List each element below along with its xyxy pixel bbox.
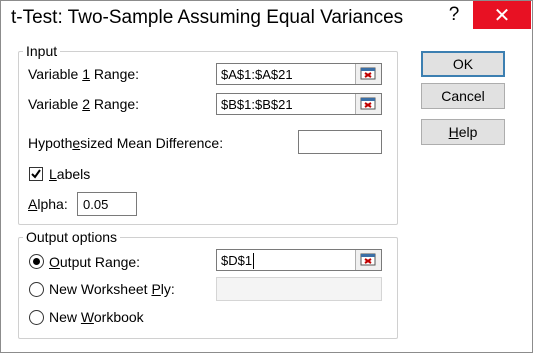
labels-checkbox-label[interactable]: Labels <box>49 166 90 182</box>
alpha-label: Alpha: <box>28 196 68 212</box>
output-range-input[interactable]: $D$1 <box>216 249 382 271</box>
output-range-label[interactable]: Output Range: <box>49 254 140 270</box>
title-help-button[interactable]: ? <box>437 1 471 29</box>
new-worksheet-ply-label[interactable]: New Worksheet Ply: <box>49 281 175 297</box>
range-select-icon <box>360 67 376 80</box>
cancel-button[interactable]: Cancel <box>421 83 505 109</box>
new-worksheet-ply-radio[interactable] <box>29 282 44 297</box>
ok-button[interactable]: OK <box>421 51 505 77</box>
checkmark-icon <box>31 169 41 179</box>
variable-1-range-input[interactable]: $A$1:$A$21 <box>216 63 382 85</box>
variable-2-collapse-button[interactable] <box>355 94 381 114</box>
radio-selected-dot <box>33 258 40 265</box>
labels-checkbox[interactable] <box>29 167 43 181</box>
input-legend: Input <box>23 43 61 59</box>
variable-2-range-value: $B$1:$B$21 <box>221 97 293 112</box>
variable-2-range-label: Variable 2 Range: <box>28 96 140 112</box>
variable-2-range-input[interactable]: $B$1:$B$21 <box>216 93 382 115</box>
range-select-icon <box>360 97 376 110</box>
close-button[interactable]: ✕ <box>473 1 531 29</box>
ttest-dialog: t-Test: Two-Sample Assuming Equal Varian… <box>0 0 533 353</box>
variable-1-range-label: Variable 1 Range: <box>28 66 140 82</box>
output-range-radio[interactable] <box>29 254 44 269</box>
text-cursor <box>253 253 254 269</box>
new-workbook-radio[interactable] <box>29 310 44 325</box>
hypothesized-mean-difference-label: Hypothesized Mean Difference: <box>28 135 224 151</box>
new-worksheet-ply-input[interactable] <box>216 277 382 301</box>
variable-1-range-value: $A$1:$A$21 <box>221 67 293 82</box>
new-workbook-label[interactable]: New Workbook <box>49 309 144 325</box>
range-select-icon <box>360 253 376 266</box>
alpha-input[interactable]: 0.05 <box>77 192 137 216</box>
help-button[interactable]: Help <box>421 119 505 145</box>
variable-1-collapse-button[interactable] <box>355 64 381 84</box>
dialog-title: t-Test: Two-Sample Assuming Equal Varian… <box>11 7 404 28</box>
hypothesized-mean-difference-input[interactable] <box>298 130 382 154</box>
close-icon: ✕ <box>493 4 511 27</box>
question-icon: ? <box>448 4 460 25</box>
alpha-value: 0.05 <box>83 197 109 212</box>
output-range-value: $D$1 <box>221 253 253 268</box>
output-range-collapse-button[interactable] <box>355 250 381 270</box>
output-options-legend: Output options <box>23 229 121 245</box>
